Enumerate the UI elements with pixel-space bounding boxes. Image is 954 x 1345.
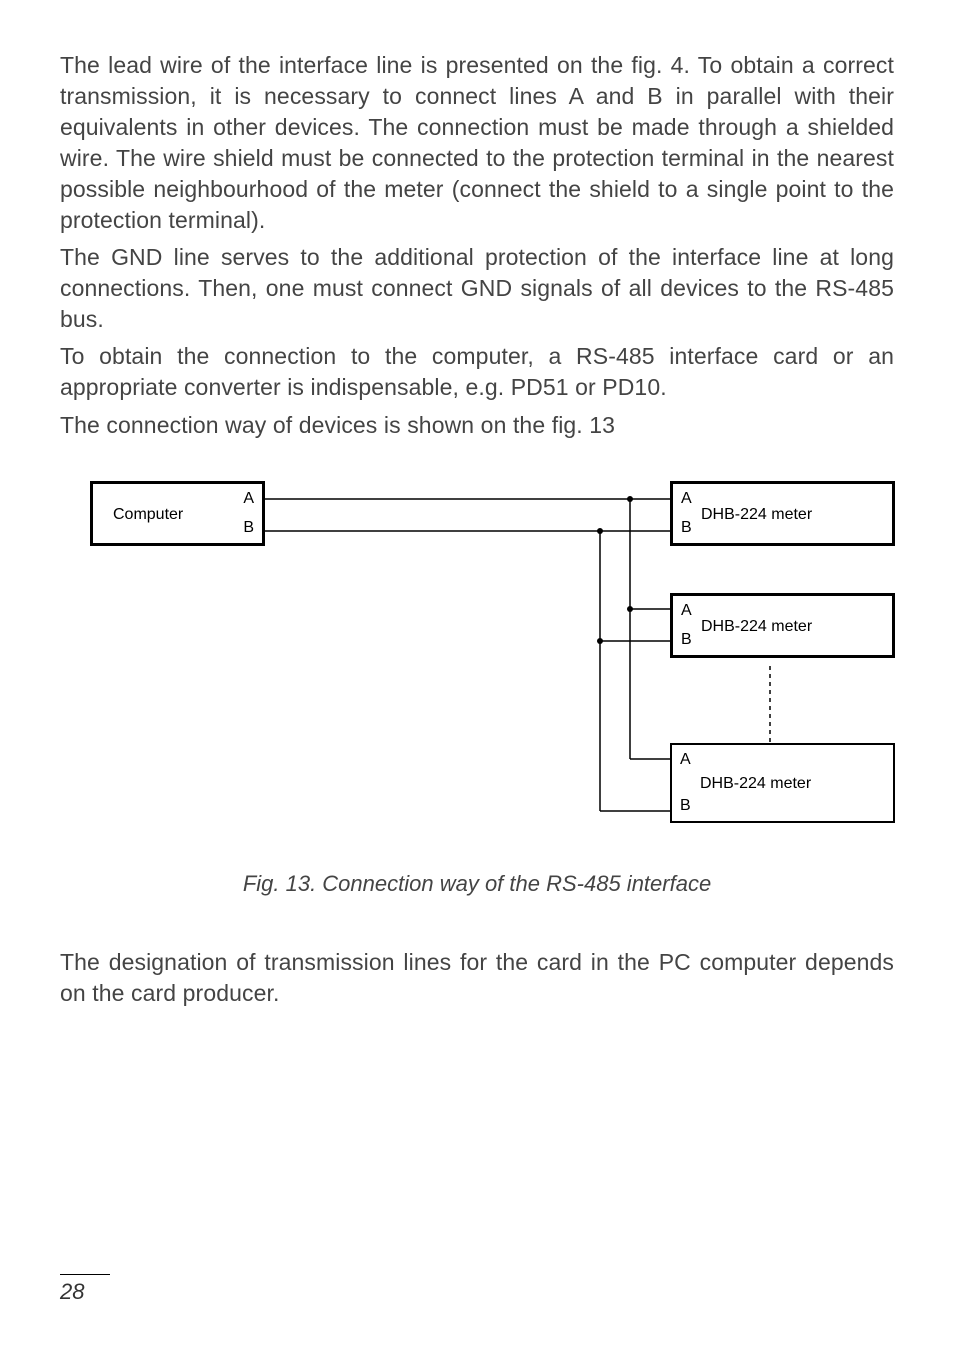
- pin-meter3-a: A: [680, 751, 691, 769]
- pin-computer-a: A: [243, 490, 254, 508]
- page-number: 28: [60, 1279, 84, 1305]
- pin-meter2-a: A: [681, 602, 692, 620]
- paragraph-1: The lead wire of the interface line is p…: [60, 50, 894, 236]
- pin-computer-b: B: [243, 519, 254, 537]
- pin-meter1-b: B: [681, 519, 692, 537]
- paragraph-2: The GND line serves to the additional pr…: [60, 242, 894, 335]
- pin-meter3-b: B: [680, 797, 691, 815]
- label-computer: Computer: [113, 506, 183, 524]
- label-meter-3: DHB-224 meter: [700, 775, 811, 793]
- label-meter-1: DHB-224 meter: [701, 506, 812, 524]
- node-meter-2: A B DHB-224 meter: [670, 593, 895, 658]
- paragraph-3: To obtain the connection to the computer…: [60, 341, 894, 403]
- node-computer: Computer A B: [90, 481, 265, 546]
- pin-meter2-b: B: [681, 631, 692, 649]
- figure-caption: Fig. 13. Connection way of the RS-485 in…: [60, 871, 894, 897]
- label-meter-2: DHB-224 meter: [701, 618, 812, 636]
- pin-meter1-a: A: [681, 490, 692, 508]
- diagram-container: Computer A B A B DHB-224 meter A B DHB-2…: [60, 481, 894, 841]
- footer-rule: [60, 1274, 110, 1275]
- node-meter-3: A B DHB-224 meter: [670, 743, 895, 823]
- closing-paragraph: The designation of transmission lines fo…: [60, 947, 894, 1009]
- paragraph-4: The connection way of devices is shown o…: [60, 410, 894, 441]
- node-meter-1: A B DHB-224 meter: [670, 481, 895, 546]
- rs485-diagram: Computer A B A B DHB-224 meter A B DHB-2…: [70, 481, 900, 841]
